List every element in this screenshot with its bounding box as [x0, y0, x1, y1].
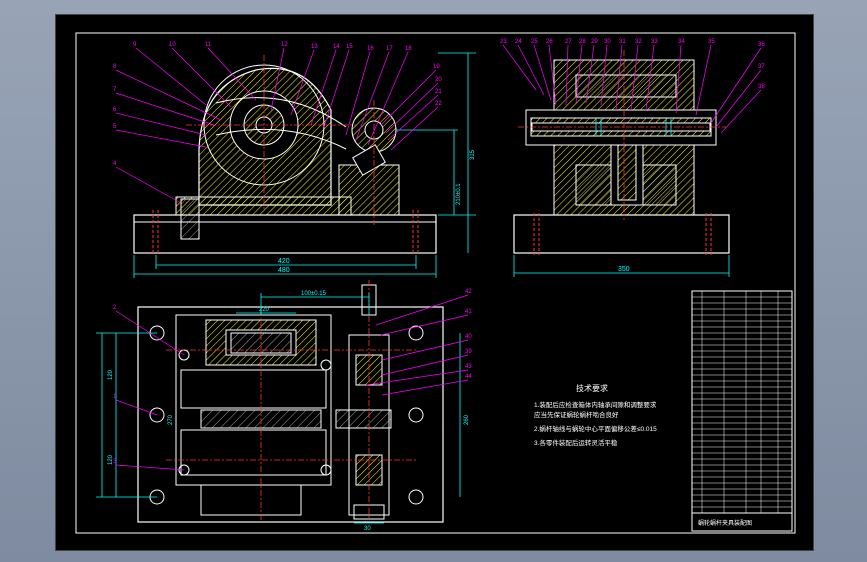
part-label-22: 22 — [435, 101, 442, 107]
leader-line — [115, 92, 215, 126]
leader-line — [115, 69, 222, 121]
leader-line — [715, 69, 762, 128]
title-block: 蜗轮蜗杆夹具装配图 — [691, 290, 793, 532]
part-label-26: 26 — [546, 39, 553, 45]
leader-line — [115, 166, 182, 204]
leader-line — [385, 82, 439, 134]
part-label-13: 13 — [311, 44, 318, 50]
part-label-42: 42 — [465, 289, 472, 295]
plan-view: 100±0.15 220 120 270 120 260 30 — [96, 280, 470, 532]
leader-line — [171, 47, 232, 108]
part-label-18: 18 — [405, 46, 412, 52]
notes-item-2: 应当先保证蜗轮蜗杆啮合良好 — [534, 410, 619, 419]
part-label-1: 1 — [113, 394, 117, 400]
part-label-5: 5 — [113, 124, 117, 130]
leader-line — [115, 399, 158, 416]
part-label-3: 3 — [113, 459, 117, 465]
part-label-21: 21 — [435, 89, 442, 95]
part-label-27: 27 — [565, 39, 572, 45]
part-label-37: 37 — [758, 64, 765, 70]
dim-left-a: 120 — [108, 369, 114, 380]
part-label-6: 6 — [113, 107, 117, 113]
part-label-31: 31 — [619, 39, 626, 45]
technical-notes: 技术要求 1.装配后应检查箱体内轴承间隙和调整要求 应当先保证蜗轮蜗杆啮合良好 … — [534, 383, 657, 447]
part-label-12: 12 — [281, 42, 288, 48]
part-label-30: 30 — [604, 39, 611, 45]
part-label-28: 28 — [579, 39, 586, 45]
part-label-10: 10 — [169, 42, 176, 48]
leader-line — [502, 44, 537, 91]
part-label-17: 17 — [386, 46, 393, 52]
part-label-35: 35 — [708, 39, 715, 45]
drawing-canvas: 420 480 315 210±0.1 350 100±0.15 220 120… — [55, 14, 814, 551]
leader-line — [323, 49, 350, 128]
part-label-2: 2 — [113, 305, 117, 311]
part-label-4: 4 — [113, 161, 117, 167]
dim-height-inner: 210±0.1 — [456, 183, 462, 205]
leader-line — [387, 94, 439, 141]
part-label-8: 8 — [113, 64, 117, 70]
part-label-29: 29 — [591, 39, 598, 45]
part-label-14: 14 — [333, 44, 340, 50]
part-label-15: 15 — [346, 44, 353, 50]
part-label-9: 9 — [133, 42, 137, 48]
leader-line — [375, 294, 469, 326]
part-label-32: 32 — [635, 39, 642, 45]
dim-top-small: 220 — [259, 307, 270, 313]
part-label-23: 23 — [500, 39, 507, 45]
leader-line — [115, 464, 185, 471]
leader-line — [720, 89, 762, 134]
part-label-39: 39 — [465, 349, 472, 355]
leader-line — [710, 47, 762, 124]
part-label-34: 34 — [678, 39, 685, 45]
part-label-43: 43 — [465, 364, 472, 370]
leader-line — [390, 106, 439, 151]
notes-item-1: 1.装配后应检查箱体内轴承间隙和调整要求 — [534, 400, 657, 409]
part-label-24: 24 — [515, 39, 522, 45]
part-label-40: 40 — [465, 334, 472, 340]
leader-line — [381, 379, 469, 396]
dim-width-outer: 480 — [278, 267, 290, 274]
leader-line — [380, 314, 469, 336]
part-label-19: 19 — [433, 64, 440, 70]
dim-side-width: 350 — [618, 266, 630, 273]
notes-item-4: 3.各零件装配后运转灵活平稳 — [534, 438, 618, 447]
dim-top-offset: 100±0.15 — [301, 291, 327, 297]
part-label-25: 25 — [531, 39, 538, 45]
part-label-44: 44 — [465, 374, 472, 380]
dim-height-right: 315 — [470, 149, 476, 160]
title-block-title: 蜗轮蜗杆夹具装配图 — [698, 519, 752, 527]
part-label-7: 7 — [113, 87, 117, 93]
part-label-16: 16 — [367, 46, 374, 52]
part-label-33: 33 — [651, 39, 658, 45]
leader-line — [115, 129, 207, 148]
part-label-11: 11 — [205, 42, 212, 48]
dim-right-height: 260 — [464, 414, 470, 425]
dim-bottom-width: 30 — [364, 526, 371, 532]
leader-line — [517, 44, 545, 96]
dim-width-inner: 420 — [278, 258, 290, 265]
front-view: 420 480 315 210±0.1 — [133, 52, 476, 278]
cad-drawing: 420 480 315 210±0.1 350 100±0.15 220 120… — [75, 32, 796, 534]
dim-left-b: 270 — [168, 414, 174, 425]
part-label-41: 41 — [465, 309, 472, 315]
part-label-36: 36 — [758, 42, 765, 48]
leader-line — [115, 112, 207, 136]
part-label-38: 38 — [758, 84, 765, 90]
leader-line — [695, 44, 712, 116]
notes-title: 技术要求 — [576, 383, 608, 393]
notes-item-3: 2.蜗杆轴线与蜗轮中心平面偏移公差≤0.015 — [534, 424, 657, 433]
part-label-20: 20 — [435, 77, 442, 83]
